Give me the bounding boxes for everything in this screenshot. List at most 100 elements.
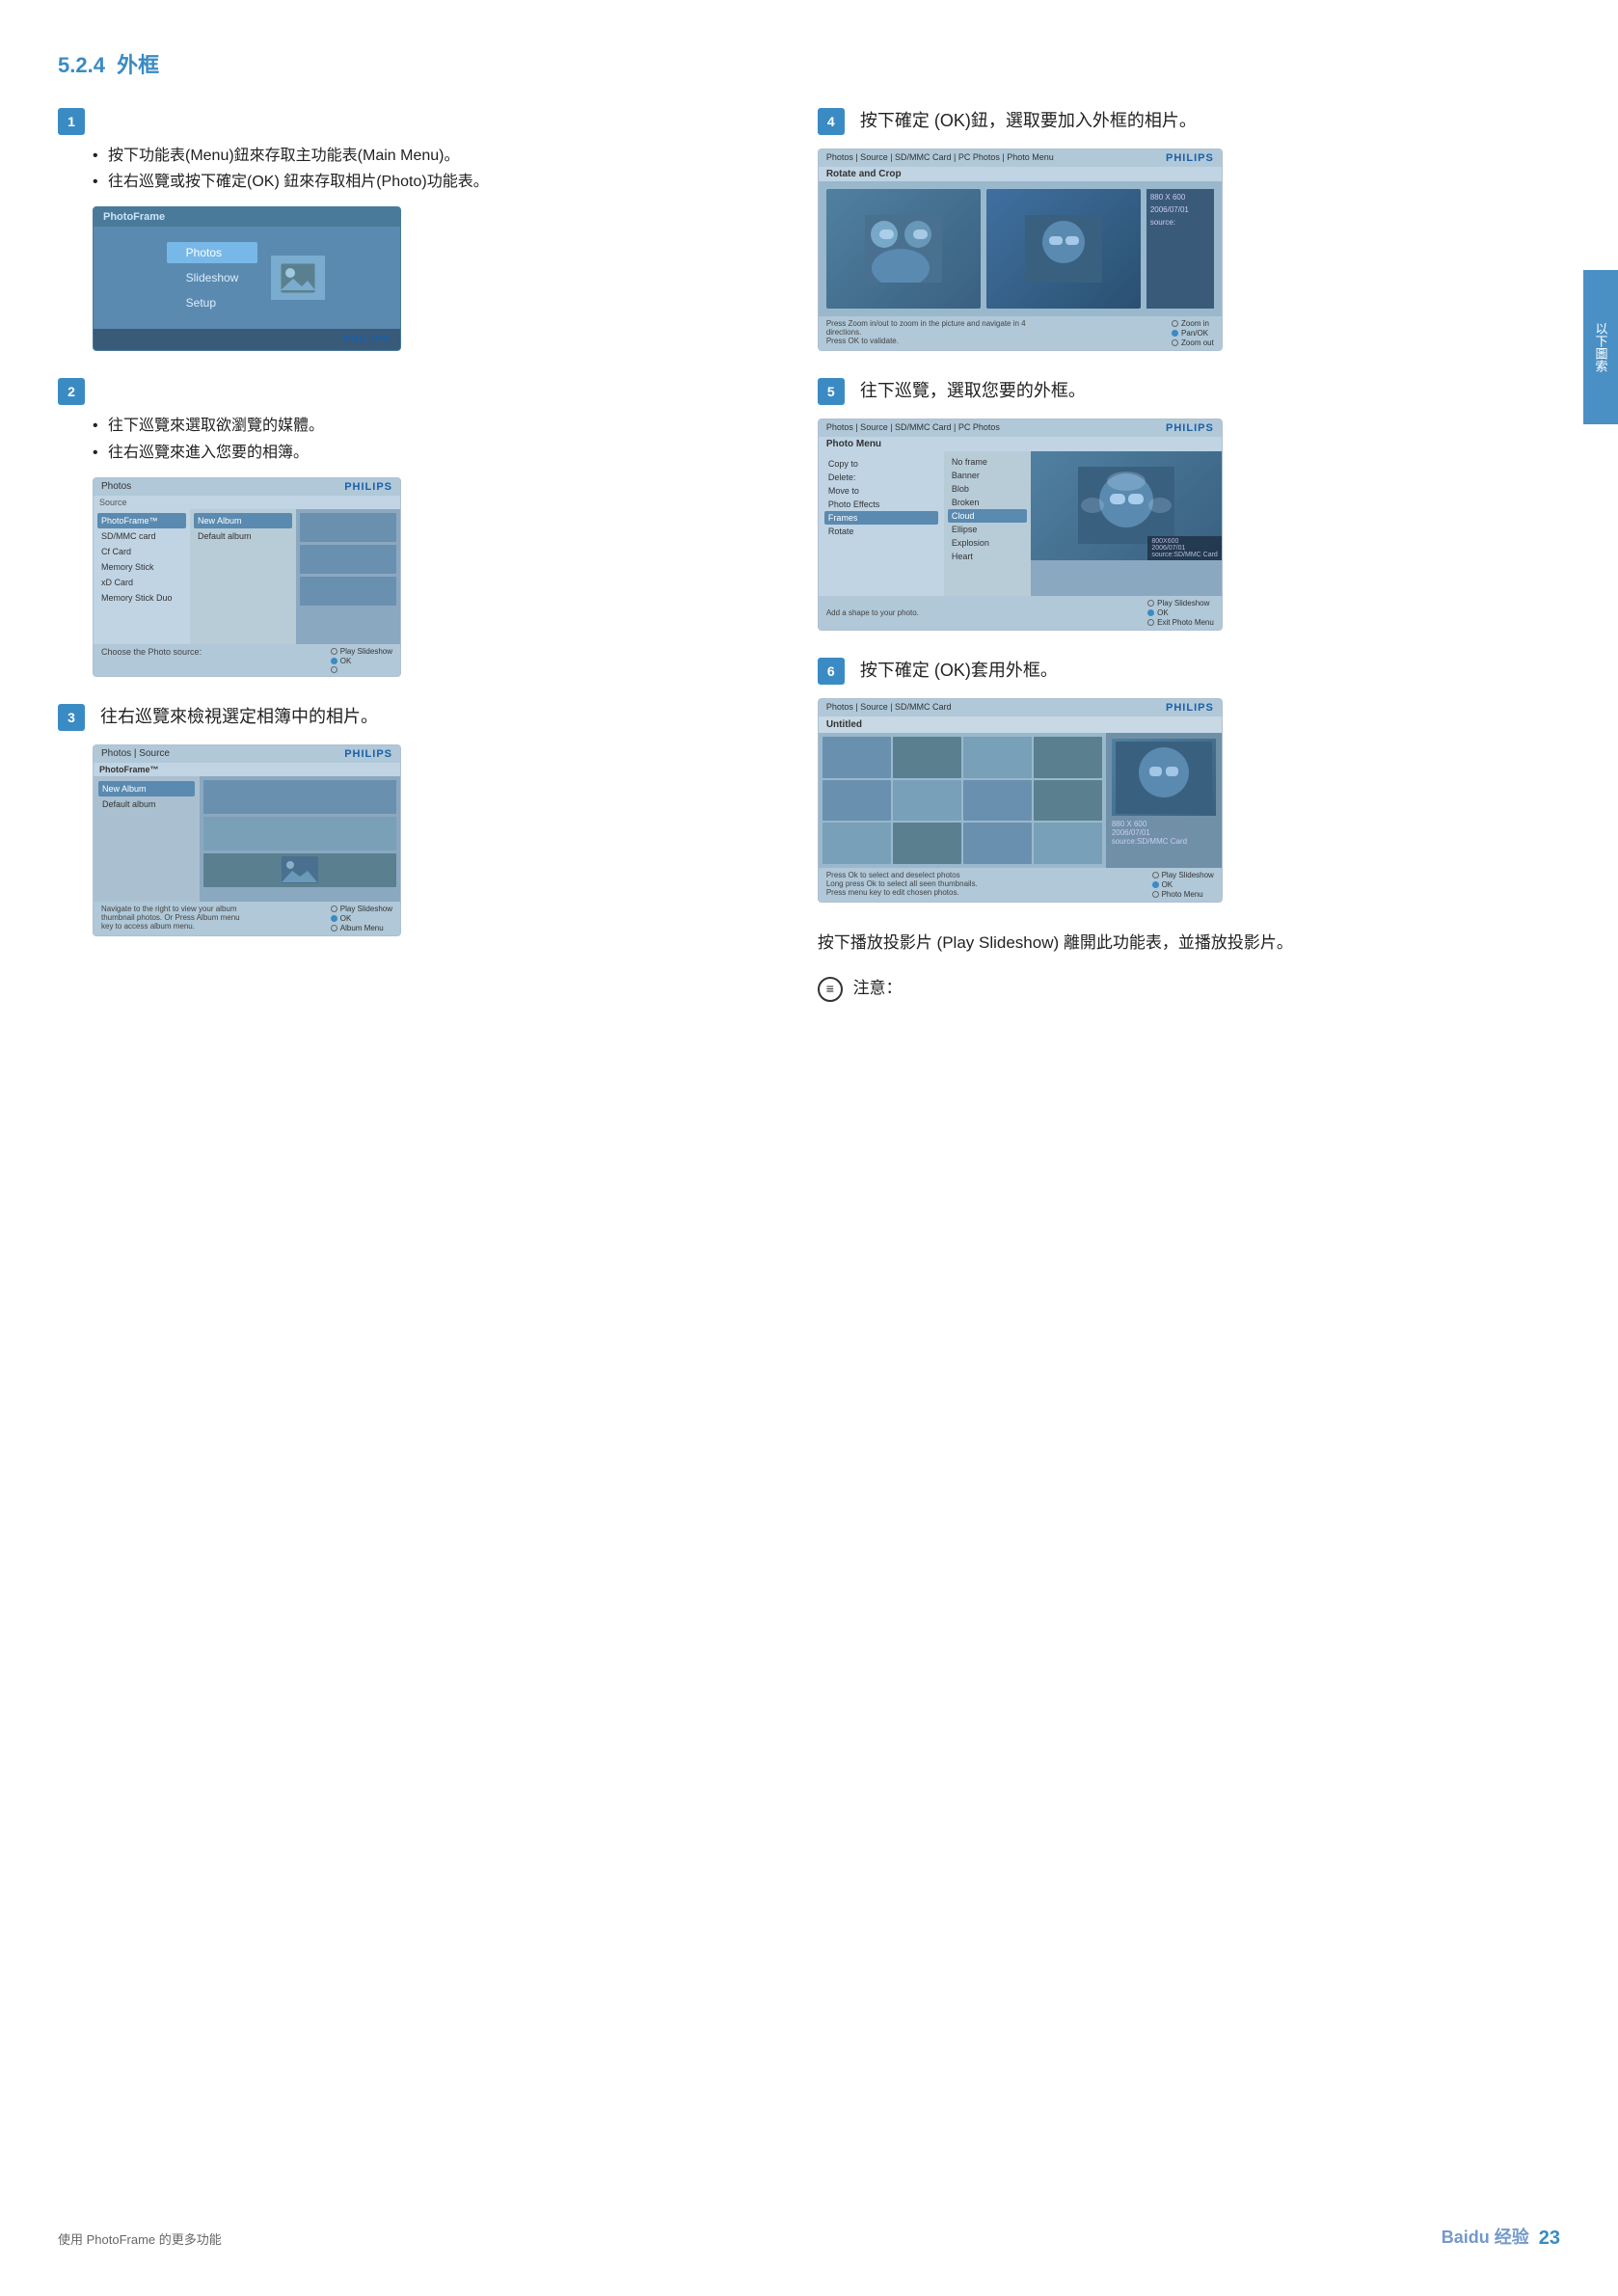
frame-banner: Banner [948, 469, 1027, 482]
ss-body: PhotoFrame™ SD/MMC card Cf Card Memory S… [94, 509, 400, 644]
step-5-block: 5 往下巡覽，選取您要的外框。 Photos | Source | SD/MMC… [818, 378, 1539, 631]
step-6-header: 6 按下確定 (OK)套用外框。 [818, 658, 1539, 685]
note-label: ≡ 注意： [818, 975, 1539, 1003]
album-new: New Album [98, 781, 195, 797]
rs-pan-ok: Pan/OK [1172, 329, 1214, 338]
pf-slideshow-item: Slideshow [167, 267, 258, 288]
rs-title: Rotate and Crop [819, 167, 1222, 181]
ss-thumb-2 [300, 545, 396, 574]
pg-t7 [963, 780, 1032, 822]
alb-thumb-3 [203, 853, 396, 887]
frames-photo-preview: 800X6002006/07/01source:SD/MMC Card [1031, 451, 1222, 560]
ss-msd: Memory Stick Duo [97, 590, 186, 606]
slideshow-note: 按下播放投影片 (Play Slideshow) 離開此功能表，並播放投影片。 [818, 930, 1539, 958]
rs-footer: Press Zoom in/out to zoom in the picture… [819, 316, 1222, 350]
frame-ellipse: Ellipse [948, 523, 1027, 536]
frames-add-text: Add a shape to your photo. [826, 608, 919, 617]
album-middle: New Album Default album [94, 776, 200, 902]
rs-r1 [1172, 320, 1178, 327]
frames-r2 [1147, 609, 1154, 616]
footer-right: Baidu 经验 23 [1360, 2219, 1560, 2257]
pg-t1 [822, 737, 891, 778]
side-tab: 以下圖索 [1583, 270, 1618, 424]
frame-broken: Broken [948, 496, 1027, 509]
rs-photo-right [986, 189, 1141, 309]
step-5-text: 往下巡覽，選取您要的外框。 [860, 378, 1086, 404]
step-1-bullet-1: 按下功能表(Menu)鈕來存取主功能表(Main Menu)。 [93, 143, 779, 169]
pg-t6 [893, 780, 961, 822]
ss-sdmmc: SD/MMC card [97, 528, 186, 544]
alb-thumb-2 [203, 817, 396, 851]
rs-controls: Zoom in Pan/OK Zoom out [1172, 319, 1214, 347]
step-1-number: 1 [58, 108, 85, 135]
alb-menu-ctrl: Album Menu [331, 924, 392, 932]
step-1-header: 1 [58, 108, 779, 135]
step-4-text: 按下確定 (OK)鈕，選取要加入外框的相片。 [860, 108, 1197, 134]
ss-play-ctrl: Play Slideshow [331, 647, 392, 656]
frames-controls: Play Slideshow OK Exit Photo Menu [1147, 599, 1214, 627]
rs-body: 880 X 600 2006/07/01 source: [819, 181, 1222, 316]
rs-photo-left [826, 189, 981, 309]
ss-philips: PHILIPS [344, 481, 392, 493]
ss-new-album: New Album [194, 513, 292, 528]
pg-t2 [893, 737, 961, 778]
step-2-bullets: 往下巡覽來選取欲瀏覽的媒體。 往右巡覽來進入您要的相簿。 [93, 413, 779, 465]
frames-r3 [1147, 619, 1154, 626]
step-5-number: 5 [818, 378, 845, 405]
pf-footer: PHILIPS [94, 329, 400, 350]
rs-philips: PHILIPS [1166, 152, 1214, 164]
ss-controls: Play Slideshow OK [331, 647, 392, 673]
step-1-block: 1 按下功能表(Menu)鈕來存取主功能表(Main Menu)。 往右巡覽或按… [58, 108, 779, 351]
frames-play-ctrl: Play Slideshow [1147, 599, 1214, 608]
ss-source-label: Source [94, 496, 400, 509]
pf-menu-list: Photos Slideshow Setup [167, 242, 258, 313]
pg-t9 [822, 823, 891, 864]
ss-radio-2 [331, 658, 337, 664]
step-1-bullets: 按下功能表(Menu)鈕來存取主功能表(Main Menu)。 往右巡覽或按下確… [93, 143, 779, 195]
pf-philips-logo: PHILIPS [342, 334, 391, 345]
step-2-bullet-2: 往右巡覽來進入您要的相簿。 [93, 440, 779, 466]
main-content: 5.2.4 外框 1 按下功能表(Menu)鈕來存取主功能表(Main Menu… [0, 0, 1618, 1061]
ss-default-album: Default album [194, 528, 292, 544]
album-screenshot: Photos | Source PHILIPS PhotoFrame™ New … [93, 744, 401, 936]
pg-t5 [822, 780, 891, 822]
alb-radio-2 [331, 915, 337, 922]
pf-body: Photos Slideshow Setup [94, 227, 400, 329]
ss-left-panel: PhotoFrame™ SD/MMC card Cf Card Memory S… [94, 509, 190, 644]
step-3-text: 往右巡覽來檢視選定相簿中的相片。 [100, 704, 378, 730]
rs-r3 [1172, 339, 1178, 346]
section-heading: 5.2.4 外框 [58, 53, 159, 77]
frame-cloud: Cloud [948, 509, 1027, 523]
frames-footer: Add a shape to your photo. Play Slidesho… [819, 596, 1222, 630]
frames-info: 800X6002006/07/01source:SD/MMC Card [1147, 536, 1221, 560]
pg-t8 [1034, 780, 1102, 822]
baidu-watermark: Baidu 经验 [1360, 2219, 1529, 2257]
album-header: Photos | Source PHILIPS [94, 745, 400, 763]
frames-ok-ctrl: OK [1147, 608, 1214, 617]
side-tab-text: 以下圖索 [1592, 322, 1610, 372]
pg-philips: PHILIPS [1166, 702, 1214, 714]
pg-play-ctrl: Play Slideshow [1152, 871, 1214, 879]
alb-play-ctrl: Play Slideshow [331, 905, 392, 913]
ss-xd: xD Card [97, 575, 186, 590]
page-footer: 使用 PhotoFrame 的更多功能 Baidu 经验 23 [58, 2219, 1560, 2257]
photo-grid-screenshot: Photos | Source | SD/MMC Card PHILIPS Un… [818, 698, 1223, 903]
alb-thumb-1 [203, 780, 396, 814]
frame-rotate: Rotate [824, 525, 938, 538]
ss-ok-ctrl: OK [331, 657, 392, 665]
frames-exit-ctrl: Exit Photo Menu [1147, 618, 1214, 627]
rs-header: Photos | Source | SD/MMC Card | PC Photo… [819, 149, 1222, 167]
frame-frames: Frames [824, 511, 938, 525]
source-screenshot: Photos PHILIPS Source PhotoFrame™ SD/MMC… [93, 477, 401, 677]
pf-photo-icon [269, 254, 327, 302]
pg-ok-ctrl: OK [1152, 880, 1214, 889]
pg-r3 [1152, 891, 1159, 898]
ss-radio-3 [331, 666, 337, 673]
pf-header: PhotoFrame [94, 207, 400, 227]
note-section: 按下播放投影片 (Play Slideshow) 離開此功能表，並播放投影片。 … [818, 930, 1539, 1003]
pf-photos-item: Photos [167, 242, 258, 263]
step-4-header: 4 按下確定 (OK)鈕，選取要加入外框的相片。 [818, 108, 1539, 135]
content-columns: 1 按下功能表(Menu)鈕來存取主功能表(Main Menu)。 往右巡覽或按… [58, 108, 1560, 1003]
album-philips: PHILIPS [344, 748, 392, 760]
right-column: 4 按下確定 (OK)鈕，選取要加入外框的相片。 Photos | Source… [818, 108, 1539, 1003]
